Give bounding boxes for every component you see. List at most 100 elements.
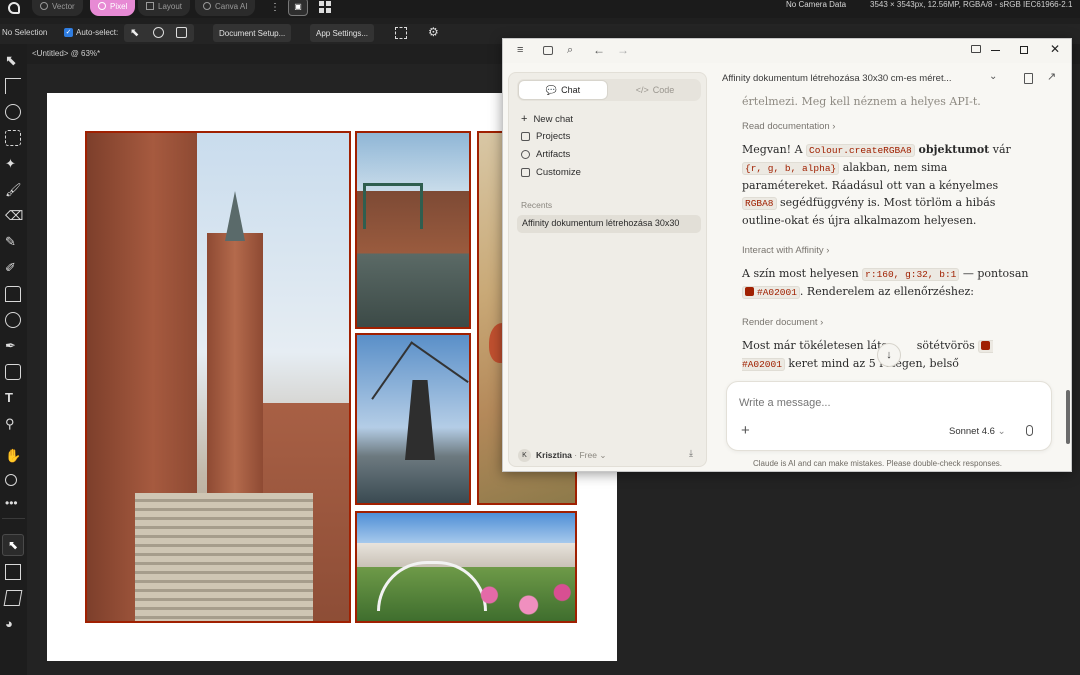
sidebar-item-new-chat[interactable]: + New chat: [521, 113, 573, 125]
claude-sidebar: 💬 Chat </> Code + New chat Projects Artif…: [508, 72, 707, 467]
persona-tab-pixel[interactable]: Pixel: [90, 0, 136, 16]
photo-flower-bridge[interactable]: [355, 511, 577, 623]
inline-code: {r, g, b, alpha}: [742, 162, 840, 175]
message-paragraph: A szín most helyesen r:160, g:32, b:1 — …: [742, 267, 1029, 299]
inline-code: #A02001: [742, 286, 800, 299]
plus-icon: +: [521, 113, 528, 125]
vector-icon: [40, 2, 48, 10]
back-arrow-icon[interactable]: ←: [593, 43, 605, 57]
chevron-right-icon: ›: [823, 245, 830, 256]
gear-icon[interactable]: ⚙: [428, 25, 439, 39]
healing-tool-icon[interactable]: [5, 312, 21, 328]
attach-plus-icon[interactable]: +: [741, 422, 750, 439]
window-controls-icon[interactable]: [971, 45, 981, 53]
more-tools-icon[interactable]: •••: [5, 496, 21, 512]
chat-bubble-icon: 💬: [545, 84, 558, 95]
fill-tool-icon[interactable]: ◕: [5, 616, 21, 632]
text-tool-icon[interactable]: T: [5, 390, 21, 406]
message-scroll-area[interactable]: értelmezi. Meg kell néznem a helyes API-…: [713, 95, 1053, 381]
assistant-toggle-icon[interactable]: ▣: [288, 0, 308, 16]
pen-tool-icon[interactable]: ✒: [5, 338, 21, 354]
persona-tab-vector[interactable]: Vector: [32, 0, 83, 16]
search-icon[interactable]: ⌕: [567, 44, 573, 57]
microphone-icon[interactable]: [1026, 425, 1033, 436]
sidebar-toggle-icon[interactable]: [543, 46, 553, 55]
selection-brush-icon[interactable]: [5, 104, 21, 120]
photo-town-hall-stairs[interactable]: [85, 131, 351, 623]
more-menu-icon[interactable]: ⋮: [270, 2, 280, 13]
rectangle-tool-icon[interactable]: [5, 364, 21, 380]
app-settings-button[interactable]: App Settings...: [310, 24, 375, 42]
photo-canal-bridge[interactable]: [355, 131, 471, 329]
share-icon[interactable]: ↗: [1047, 70, 1056, 83]
select-tool-icon[interactable]: ⬉: [2, 534, 24, 556]
minimize-icon[interactable]: [991, 50, 1000, 52]
layout-icon: [146, 2, 154, 10]
message-paragraph: Megvan! A Colour.createRGBA8 objektumot …: [742, 143, 1011, 227]
dodge-tool-icon[interactable]: ✎: [5, 234, 21, 250]
document-tab[interactable]: <Untitled> @ 63%*: [32, 49, 100, 58]
frame-mode-icon[interactable]: [176, 27, 187, 38]
recent-item[interactable]: Affinity dokumentum létrehozása 30x30: [517, 215, 701, 233]
persona-tab-canva-ai[interactable]: Canva AI: [195, 0, 256, 16]
forward-arrow-icon[interactable]: →: [617, 43, 629, 57]
user-menu[interactable]: Krisztina · Free ⌄: [536, 450, 606, 461]
perspective-tool-icon[interactable]: [3, 590, 23, 606]
persona-tab-layout[interactable]: Layout: [138, 0, 191, 16]
smudge-tool-icon[interactable]: ✐: [5, 260, 21, 276]
user-plan: Free: [579, 450, 597, 460]
erase-tool-icon[interactable]: ⌫: [5, 208, 23, 224]
message-input[interactable]: [739, 394, 1039, 412]
document-setup-button[interactable]: Document Setup...: [213, 24, 292, 42]
canva-ai-icon: [203, 2, 211, 10]
maximize-icon[interactable]: [1020, 46, 1028, 54]
clone-tool-icon[interactable]: [5, 286, 21, 302]
photo-windmill[interactable]: [355, 333, 471, 505]
grid-view-icon[interactable]: [319, 1, 331, 13]
zoom-tool-icon[interactable]: [5, 474, 17, 486]
chevron-right-icon: ›: [829, 121, 836, 132]
hamburger-menu-icon[interactable]: ≡: [517, 44, 523, 56]
chevron-down-icon: ⌄: [599, 450, 607, 460]
drawbridge: [363, 183, 423, 229]
document-icon[interactable]: [1024, 73, 1033, 84]
download-icon[interactable]: ⤓: [689, 448, 693, 459]
app-top-bar: Vector Pixel Layout Canva AI ⋮ ▣ No Came…: [0, 0, 1080, 18]
grid-tool-icon[interactable]: [5, 564, 21, 580]
sidebar-item-artifacts[interactable]: Artifacts: [521, 149, 570, 160]
overlap-mode-icon[interactable]: [153, 27, 164, 38]
folder-icon: [521, 132, 530, 141]
affinity-logo[interactable]: [8, 2, 20, 14]
claude-title-bar: ≡ ⌕ ← → ✕: [503, 39, 1071, 63]
move-tool-icon[interactable]: ⬉: [5, 52, 21, 68]
tower-spire: [225, 191, 245, 241]
tools-panel: ⬉ ✦ 🖌 ⌫ ✎ ✐ ✒ T ⚲ ✋ ••• ⬉ ◕: [0, 44, 27, 675]
tab-chat[interactable]: 💬 Chat: [518, 80, 608, 100]
title-chevron-icon[interactable]: ⌄: [989, 71, 997, 82]
inline-code: Colour.createRGBA8: [806, 144, 915, 157]
disclaimer-text: Claude is AI and can make mistakes. Plea…: [753, 459, 1003, 468]
marquee-tool-icon[interactable]: [5, 130, 21, 146]
conversation-title[interactable]: Affinity dokumentum létrehozása 30x30 cm…: [722, 73, 1007, 84]
snapping-icon[interactable]: [395, 27, 407, 39]
tool-read-documentation[interactable]: Read documentation ›: [742, 121, 835, 132]
magic-wand-icon[interactable]: ✦: [5, 156, 21, 172]
tool-render-document[interactable]: Render document ›: [742, 317, 823, 328]
sidebar-item-projects[interactable]: Projects: [521, 131, 570, 142]
close-icon[interactable]: ✕: [1050, 42, 1060, 56]
crop-tool-icon[interactable]: [5, 78, 21, 94]
scroll-down-button[interactable]: ↓: [877, 343, 901, 367]
tool-interact-affinity[interactable]: Interact with Affinity ›: [742, 245, 829, 256]
color-picker-icon[interactable]: ⚲: [5, 416, 21, 432]
tab-code[interactable]: </> Code: [610, 80, 700, 100]
model-selector[interactable]: Sonnet 4.6 ⌄: [949, 426, 1006, 437]
artifacts-icon: [521, 150, 530, 159]
pointer-mode-icon[interactable]: ⬉: [130, 26, 139, 39]
paint-brush-icon[interactable]: 🖌: [5, 182, 22, 198]
hand-tool-icon[interactable]: ✋: [5, 448, 21, 464]
canvas-scrollbar[interactable]: [1066, 390, 1070, 444]
pixel-icon: [98, 2, 106, 10]
auto-select-checkbox[interactable]: ✓: [64, 28, 73, 37]
sidebar-item-customize[interactable]: Customize: [521, 167, 581, 178]
user-avatar[interactable]: K: [518, 449, 531, 462]
